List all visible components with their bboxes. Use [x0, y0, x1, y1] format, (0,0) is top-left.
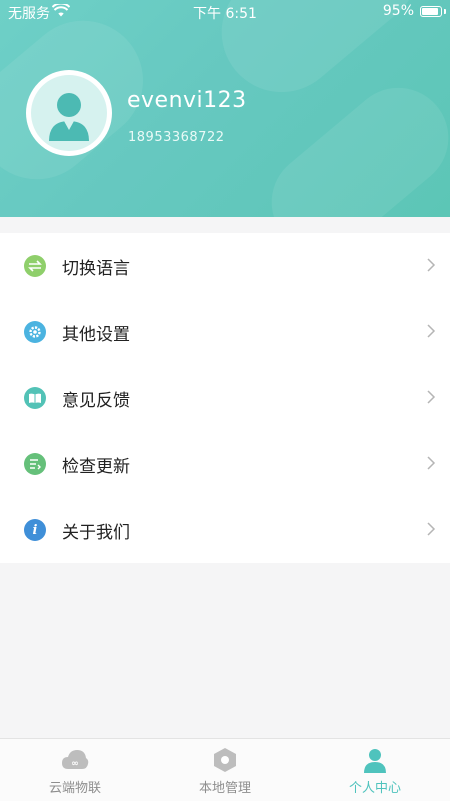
menu-item-label: 意见反馈 — [62, 391, 130, 411]
menu-item-about[interactable]: i 关于我们 — [0, 497, 450, 563]
battery-percent: 95% — [382, 3, 414, 19]
info-icon: i — [24, 519, 46, 541]
menu-item-label: 其他设置 — [62, 325, 130, 345]
tab-local[interactable]: 本地管理 — [150, 739, 300, 801]
tab-label: 云端物联 — [48, 781, 101, 796]
list-icon — [24, 453, 46, 475]
battery-tip — [444, 9, 446, 14]
chevron-right-icon — [427, 258, 436, 272]
tab-label: 个人中心 — [348, 781, 401, 796]
phone-number: 18953368722 — [128, 130, 225, 145]
tab-profile[interactable]: 个人中心 — [300, 739, 450, 801]
menu-item-feedback[interactable]: 意见反馈 — [0, 365, 450, 431]
battery-icon — [420, 6, 442, 17]
cloud-icon: ∞ — [62, 750, 89, 769]
svg-text:∞: ∞ — [71, 759, 79, 769]
chevron-right-icon — [427, 456, 436, 470]
menu-item-settings[interactable]: 其他设置 — [0, 299, 450, 365]
tab-label: 本地管理 — [198, 781, 251, 796]
tab-bar: ∞ 云端物联 本地管理 个人中心 — [0, 738, 450, 801]
status-bar: 无服务 下午 6:51 95% — [0, 0, 450, 24]
menu-item-label: 检查更新 — [62, 457, 130, 477]
profile-header: 无服务 下午 6:51 95% evenvi123 18953368722 — [0, 0, 450, 217]
settings-menu: 切换语言 其他设置 意见反馈 检查更新 i 关于我们 — [0, 233, 450, 563]
menu-item-update[interactable]: 检查更新 — [0, 431, 450, 497]
person-icon — [364, 749, 386, 773]
book-icon — [24, 387, 46, 409]
person-icon — [49, 93, 89, 141]
chevron-right-icon — [427, 522, 436, 536]
hexagon-icon — [214, 748, 236, 772]
menu-item-language[interactable]: 切换语言 — [0, 233, 450, 299]
avatar[interactable] — [26, 70, 112, 156]
tab-cloud[interactable]: ∞ 云端物联 — [0, 739, 150, 801]
chevron-right-icon — [427, 390, 436, 404]
chevron-right-icon — [427, 324, 436, 338]
menu-item-label: 切换语言 — [62, 259, 130, 279]
username: evenvi123 — [127, 88, 247, 113]
menu-item-label: 关于我们 — [62, 523, 130, 543]
avatar-image — [31, 75, 107, 151]
gear-icon — [24, 321, 46, 343]
swap-icon — [24, 255, 46, 277]
